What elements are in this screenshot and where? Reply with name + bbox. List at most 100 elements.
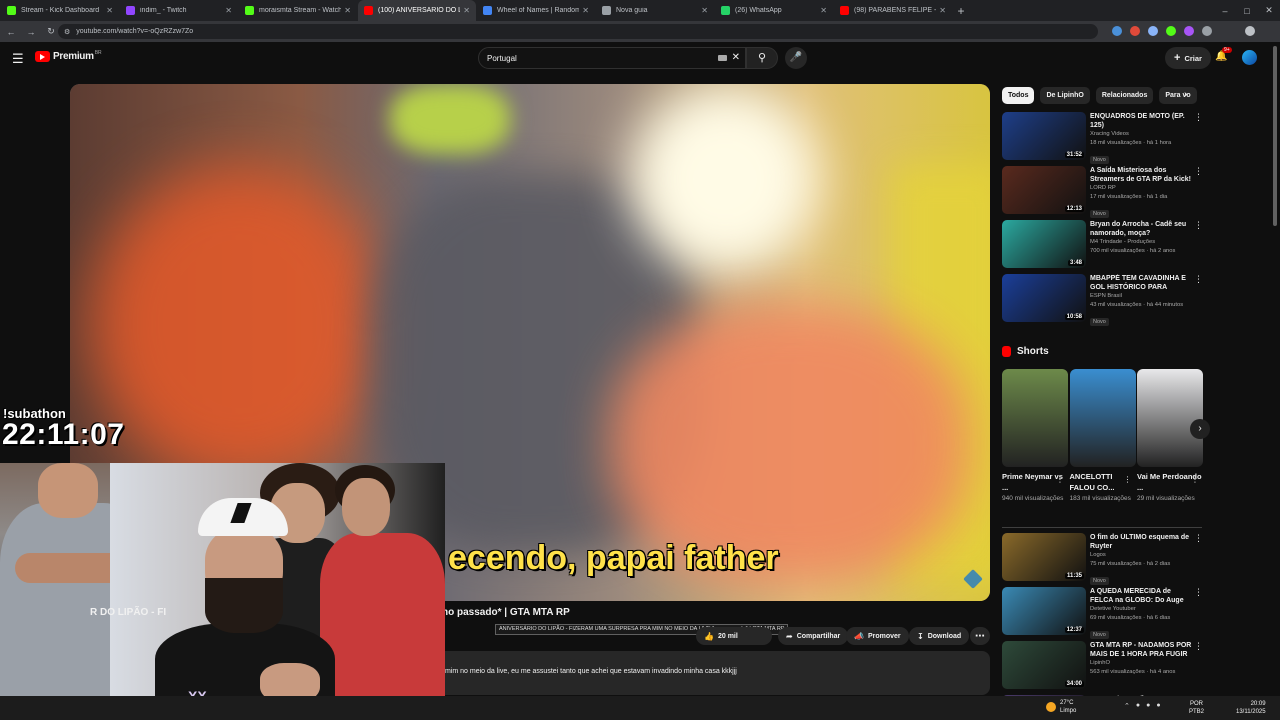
notifications-button[interactable]: 🔔 9+	[1215, 47, 1232, 62]
video-list-item[interactable]: 12:37 A QUEDA MERECIDA de FELCA na GLOBO:…	[1002, 587, 1207, 639]
browser-tab[interactable]: moraismta Stream - Watch Live✕	[239, 0, 357, 21]
short-thumbnail[interactable]	[1137, 369, 1203, 467]
browser-tab[interactable]: indim_ - Twitch ✕	[120, 0, 238, 21]
extension-icon[interactable]	[1112, 26, 1122, 36]
video-thumbnail[interactable]: 12:13	[1002, 166, 1086, 214]
network-icon[interactable]: ●	[1136, 702, 1140, 710]
video-item-title[interactable]: A QUEDA MERECIDA de FELCA na GLOBO: Do A…	[1090, 587, 1192, 605]
more-options-icon[interactable]: ⋮	[1194, 112, 1203, 123]
keyboard-icon[interactable]	[718, 55, 727, 61]
short-thumbnail[interactable]	[1069, 369, 1136, 467]
video-list-item[interactable]: 31:52 ENQUADROS DE MOTO (EP. 125) Xracing …	[1002, 112, 1207, 164]
youtube-logo[interactable]: Premium BR	[35, 50, 102, 62]
more-actions-button[interactable]: ⋯	[970, 627, 990, 645]
video-list-item[interactable]: 3:48 Bryan do Arrocha - Cadê seu namorado…	[1002, 220, 1207, 270]
browser-tab[interactable]: Stream - Kick Dashboard ✕	[1, 0, 119, 21]
clear-search-icon[interactable]: ✕	[732, 52, 740, 63]
chevron-right-icon[interactable]: ›	[1184, 89, 1187, 100]
video-thumbnail[interactable]: 34:00	[1002, 641, 1086, 689]
create-button[interactable]: + Criar	[1165, 47, 1211, 69]
scrollbar[interactable]	[1273, 46, 1277, 226]
browser-tab[interactable]: Wheel of Names | Random nam✕	[477, 0, 595, 21]
video-item-title[interactable]: ENQUADROS DE MOTO (EP. 125)	[1090, 112, 1192, 130]
short-thumbnail[interactable]	[1002, 369, 1068, 467]
shorts-next-button[interactable]: ›	[1190, 419, 1210, 439]
video-item-title[interactable]: MBAPPÉ TEM CAVADINHA E GOL HISTÓRICO PAR…	[1090, 274, 1192, 292]
browser-tab[interactable]: (98) PARABÉNS FELIPE - YouTu✕	[834, 0, 952, 21]
clock[interactable]: 20:09 13/11/2025	[1236, 700, 1266, 716]
more-options-icon[interactable]: ⋮	[1194, 533, 1203, 544]
close-tab-icon[interactable]: ✕	[225, 6, 232, 15]
weather-widget[interactable]: 27°C Limpo	[1046, 699, 1076, 715]
close-tab-icon[interactable]: ✕	[701, 6, 708, 15]
new-tab-icon[interactable]: +	[952, 4, 970, 18]
video-item-title[interactable]: GTA MTA RP - NADAMOS POR MAIS DE 1 HORA …	[1090, 641, 1192, 659]
maximize-icon[interactable]: □	[1236, 6, 1258, 16]
browser-tab[interactable]: Nova guia ✕	[596, 0, 714, 21]
close-tab-icon[interactable]: ✕	[344, 6, 351, 15]
more-options-icon[interactable]: ⋮	[1194, 587, 1203, 598]
search-button[interactable]: ⚲	[746, 47, 778, 69]
more-options-icon[interactable]: ⋮	[1124, 475, 1132, 484]
video-thumbnail[interactable]: 11:35	[1002, 533, 1086, 581]
language-indicator[interactable]: POR PTB2	[1189, 700, 1204, 716]
close-window-icon[interactable]: ✕	[1258, 5, 1280, 16]
more-options-icon[interactable]: ⋮	[1194, 220, 1203, 231]
video-list-item[interactable]: 34:00 GTA MTA RP - NADAMOS POR MAIS DE 1 …	[1002, 641, 1207, 691]
promote-button[interactable]: 📣 Promover	[846, 627, 909, 645]
more-options-icon[interactable]: ⋮	[1194, 274, 1203, 285]
extension-icon[interactable]	[1148, 26, 1158, 36]
close-tab-icon[interactable]: ✕	[106, 6, 113, 15]
search-input[interactable]: Portugal ✕	[478, 47, 746, 69]
forward-icon[interactable]: →	[22, 27, 40, 37]
filter-chip[interactable]: Relacionados	[1095, 87, 1154, 104]
more-options-icon[interactable]: ⋮	[1056, 475, 1064, 484]
video-thumbnail[interactable]: 31:52	[1002, 112, 1086, 160]
video-list-item[interactable]: 12:13 A Saída Misteriosa dos Streamers de…	[1002, 166, 1207, 218]
video-item-title[interactable]: O fim do ÚLTIMO esquema de Ruyter	[1090, 533, 1192, 551]
video-item-title[interactable]: A Saída Misteriosa dos Streamers de GTA …	[1090, 166, 1192, 184]
chevron-up-icon[interactable]: ⌃	[1124, 702, 1130, 710]
video-item-channel[interactable]: LORD RP	[1090, 184, 1192, 193]
browser-tab[interactable]: (100) ANIVERSÁRIO DO LIPÃO -✕	[358, 0, 476, 21]
filter-chip[interactable]: Para vo	[1159, 87, 1197, 104]
extension-icon[interactable]	[1166, 26, 1176, 36]
more-options-icon[interactable]: ⋮	[1194, 641, 1203, 652]
minimize-icon[interactable]: –	[1214, 6, 1236, 16]
video-item-channel[interactable]: Xracing Videos	[1090, 130, 1192, 139]
video-list-item[interactable]: 10:58 MBAPPÉ TEM CAVADINHA E GOL HISTÓRIC…	[1002, 274, 1207, 326]
browser-tab[interactable]: (26) WhatsApp ✕	[715, 0, 833, 21]
extension-icon[interactable]	[1184, 26, 1194, 36]
voice-search-button[interactable]: 🎤	[785, 47, 807, 69]
more-options-icon[interactable]: ⋮	[1194, 166, 1203, 177]
extensions-puzzle-icon[interactable]	[1202, 26, 1212, 36]
close-tab-icon[interactable]: ✕	[463, 6, 470, 15]
close-tab-icon[interactable]: ✕	[582, 6, 589, 15]
download-button[interactable]: ↧ Download	[909, 627, 970, 645]
video-item-channel[interactable]: M4 Trindade - Produções	[1090, 238, 1192, 247]
share-button[interactable]: ➦ Compartilhar	[778, 627, 849, 645]
video-thumbnail[interactable]: 10:58	[1002, 274, 1086, 322]
profile-icon[interactable]	[1245, 26, 1255, 36]
like-button[interactable]: 👍 20 mil	[696, 627, 772, 645]
address-bar[interactable]: ⚙ youtube.com/watch?v=-oQzRZzw7Zo	[58, 24, 1098, 39]
video-list-item[interactable]: 11:35 O fim do ÚLTIMO esquema de Ruyter Lo…	[1002, 533, 1207, 585]
app-tray-icon[interactable]: ●	[1146, 702, 1150, 710]
video-thumbnail[interactable]: 12:37	[1002, 587, 1086, 635]
video-item-channel[interactable]: LipinhO	[1090, 659, 1192, 668]
extension-icon[interactable]	[1130, 26, 1140, 36]
mic-icon[interactable]: ●	[1156, 702, 1160, 710]
more-options-icon[interactable]: ⋮	[1191, 475, 1199, 484]
video-item-channel[interactable]: Detetive Youtuber	[1090, 605, 1192, 614]
video-thumbnail[interactable]: 3:48	[1002, 220, 1086, 268]
close-tab-icon[interactable]: ✕	[939, 6, 946, 15]
avatar[interactable]	[1242, 50, 1257, 65]
close-tab-icon[interactable]: ✕	[820, 6, 827, 15]
video-item-channel[interactable]: Logos	[1090, 551, 1192, 560]
menu-icon[interactable]: ☰	[12, 51, 24, 67]
video-item-channel[interactable]: ESPN Brasil	[1090, 292, 1192, 301]
site-info-icon[interactable]: ⚙	[64, 28, 70, 36]
video-item-title[interactable]: Bryan do Arrocha - Cadê seu namorado, mo…	[1090, 220, 1192, 238]
filter-chip[interactable]: De LipinhO	[1040, 87, 1090, 104]
filter-chip[interactable]: Todos	[1002, 87, 1035, 104]
